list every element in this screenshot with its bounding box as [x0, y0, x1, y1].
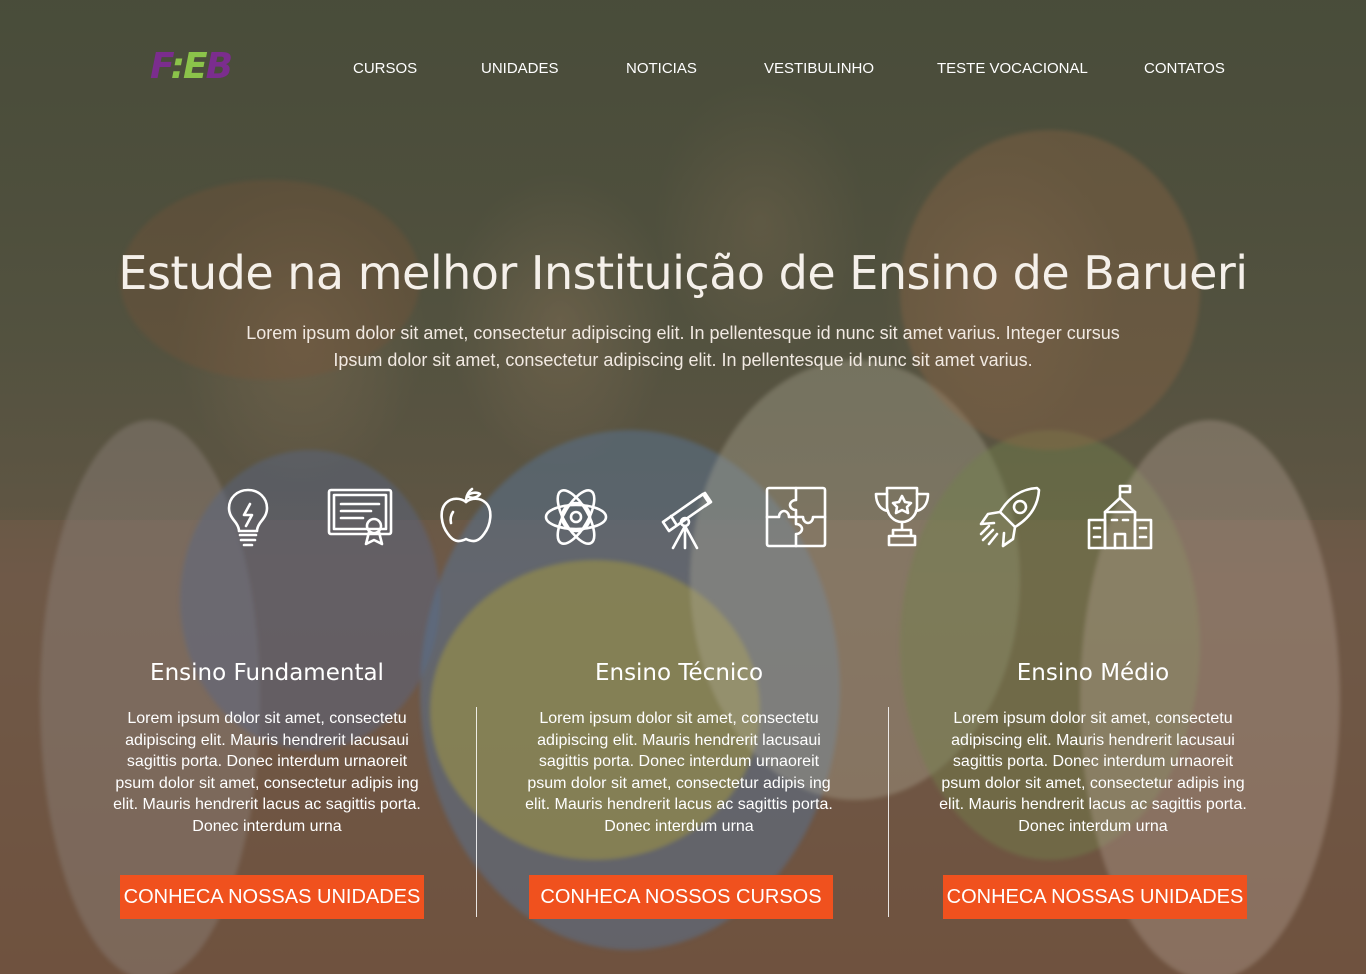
nav-vestibulinho[interactable]: VESTIBULINHO — [764, 60, 874, 77]
telescope-icon — [651, 482, 721, 552]
apple-icon — [431, 482, 501, 552]
conheca-cursos-button[interactable]: CONHECA NOSSOS CURSOS — [529, 875, 833, 919]
column-text: Lorem ipsum dolor sit amet, consectetu a… — [525, 710, 833, 835]
feature-icons-row — [0, 482, 1366, 552]
nav-contatos[interactable]: CONTATOS — [1144, 60, 1225, 77]
conheca-unidades-button[interactable]: CONHECA NOSSAS UNIDADES — [943, 875, 1247, 919]
column-ensino-tecnico: Ensino Técnico Lorem ipsum dolor sit ame… — [514, 660, 844, 838]
column-title: Ensino Técnico — [594, 660, 764, 686]
column-ensino-medio: Ensino Médio Lorem ipsum dolor sit amet,… — [928, 660, 1258, 838]
nav-unidades[interactable]: UNIDADES — [481, 60, 559, 77]
column-divider — [888, 707, 889, 917]
certificate-icon — [325, 482, 395, 552]
hero-subtitle-line2: Ipsum dolor sit amet, consectetur adipis… — [333, 350, 1033, 370]
column-ensino-fundamental: Ensino Fundamental Lorem ipsum dolor sit… — [102, 660, 432, 838]
school-icon — [1085, 482, 1155, 552]
hero-subtitle: Lorem ipsum dolor sit amet, consectetur … — [200, 320, 1166, 374]
puzzle-icon — [761, 482, 831, 552]
hero-title: Estude na melhor Instituição de Ensino d… — [118, 246, 1248, 300]
nav-noticias[interactable]: NOTICIAS — [626, 60, 697, 77]
conheca-unidades-button[interactable]: CONHECA NOSSAS UNIDADES — [120, 875, 424, 919]
column-text: Lorem ipsum dolor sit amet, consectetu a… — [939, 710, 1247, 835]
trophy-icon — [867, 482, 937, 552]
nav-cursos[interactable]: CURSOS — [353, 60, 417, 77]
lightbulb-icon — [213, 482, 283, 552]
column-title: Ensino Fundamental — [150, 660, 384, 686]
column-divider — [476, 707, 477, 917]
atom-icon — [541, 482, 611, 552]
hero-subtitle-line1: Lorem ipsum dolor sit amet, consectetur … — [246, 323, 1120, 343]
nav-teste-vocacional[interactable]: TESTE VOCACIONAL — [937, 60, 1088, 77]
column-text: Lorem ipsum dolor sit amet, consectetu a… — [113, 710, 421, 835]
column-title: Ensino Médio — [1016, 660, 1170, 686]
rocket-icon — [975, 482, 1045, 552]
main-nav: CURSOS UNIDADES NOTICIAS VESTIBULINHO TE… — [0, 60, 1366, 80]
